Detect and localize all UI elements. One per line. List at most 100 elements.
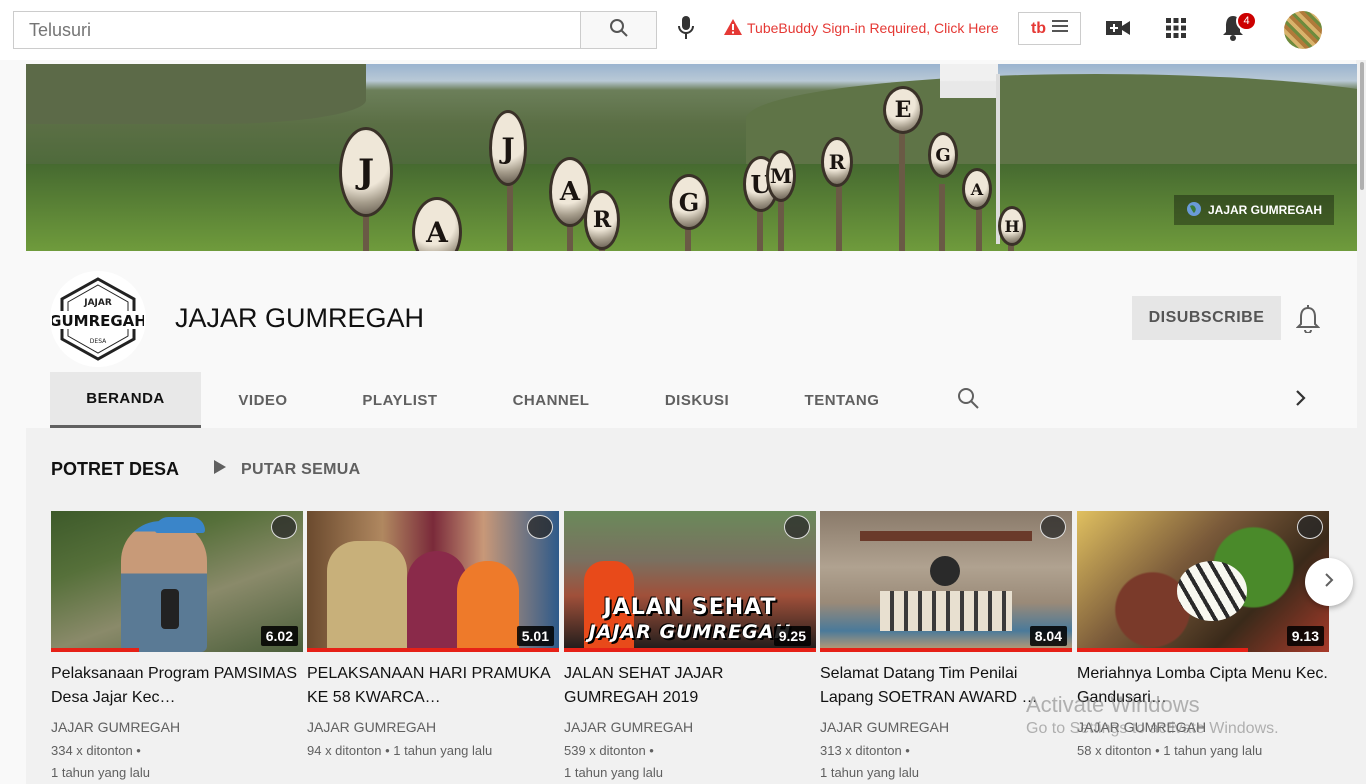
channel-watermark	[527, 515, 553, 539]
video-metadata: 94 x ditonton • 1 tahun yang lalu	[307, 743, 493, 758]
video-channel-name[interactable]: JAJAR GUMREGAH	[307, 718, 559, 736]
video-duration: 8.04	[1029, 626, 1067, 646]
play-all-button[interactable]: PUTAR SEMUA	[213, 459, 360, 480]
voice-search-button[interactable]	[672, 15, 700, 45]
windows-activation-watermark: Activate Windows Go to Settings to activ…	[1026, 692, 1279, 738]
notification-count-badge: 4	[1236, 11, 1257, 31]
video-channel-name[interactable]: JAJAR GUMREGAH	[51, 718, 303, 736]
channel-watermark	[1297, 515, 1323, 539]
channel-tabs: BERANDA VIDEO PLAYLIST CHANNEL DISKUSI T…	[50, 372, 917, 428]
video-views: 94 x ditonton	[307, 743, 382, 758]
video-card[interactable]: 8.04 Selamat Datang Tim Penilai Lapang S…	[820, 511, 1072, 784]
tab-diskusi[interactable]: DISKUSI	[627, 372, 767, 428]
banner-letter-sign: R	[584, 190, 620, 250]
apps-button[interactable]	[1162, 16, 1190, 44]
video-metadata: 58 x ditonton • 1 tahun yang lalu	[1077, 743, 1263, 758]
menu-icon	[1052, 19, 1069, 38]
bell-outline-icon	[1295, 305, 1321, 337]
video-title[interactable]: JALAN SEHAT JAJAR GUMREGAH 2019	[564, 662, 816, 710]
channel-watermark	[784, 515, 810, 539]
video-metadata: 313 x ditonton • 1 tahun yang lalu	[820, 743, 920, 780]
unsubscribe-button[interactable]: DISUBSCRIBE	[1132, 296, 1281, 340]
tab-tentang[interactable]: TENTANG	[767, 372, 917, 428]
video-views: 539 x ditonton	[564, 743, 646, 758]
tabs-scroll-right-button[interactable]	[1290, 388, 1312, 410]
video-duration: 6.02	[260, 626, 298, 646]
video-card[interactable]: JALAN SEHAT JAJAR GUMREGAH 9.25 JALAN SE…	[564, 511, 816, 784]
video-age: 1 tahun yang lalu	[51, 765, 151, 780]
chevron-right-icon	[1290, 390, 1310, 412]
activation-title: Activate Windows	[1026, 692, 1200, 717]
tab-video[interactable]: VIDEO	[201, 372, 325, 428]
channel-notification-bell-button[interactable]	[1295, 305, 1322, 334]
video-age: 1 tahun yang lalu	[820, 765, 920, 780]
top-bar: TubeBuddy Sign-in Required, Click Here t…	[0, 0, 1366, 60]
tab-playlist[interactable]: PLAYLIST	[325, 372, 475, 428]
banner-letter-sign: M	[766, 150, 796, 202]
channel-logo-main-text: GUMREGAH	[52, 312, 144, 330]
video-duration: 9.13	[1286, 626, 1324, 646]
video-metadata: 539 x ditonton • 1 tahun yang lalu	[564, 743, 664, 780]
search-icon	[609, 18, 629, 43]
video-age: 1 tahun yang lalu	[393, 743, 493, 758]
video-thumbnail[interactable]: 5.01	[307, 511, 559, 652]
video-card[interactable]: 5.01 PELAKSANAAN HARI PRAMUKA KE 58 KWAR…	[307, 511, 559, 762]
play-all-label: PUTAR SEMUA	[241, 460, 361, 478]
banner-letter-sign: G	[928, 132, 958, 178]
scrollbar-thumb[interactable]	[1360, 62, 1364, 190]
banner-letter-sign: J	[489, 110, 527, 186]
tubebuddy-menu-button[interactable]: tb	[1018, 12, 1081, 45]
search-icon	[956, 388, 980, 414]
video-thumbnail[interactable]: 6.02	[51, 511, 303, 652]
activation-subtitle: Go to Settings to activate Windows.	[1026, 720, 1279, 737]
video-metadata: 334 x ditonton • 1 tahun yang lalu	[51, 743, 151, 780]
create-video-button[interactable]	[1104, 16, 1132, 44]
apps-icon	[1166, 17, 1186, 43]
channel-name: JAJAR GUMREGAH	[175, 303, 425, 333]
chevron-right-icon	[1320, 571, 1338, 594]
channel-logo-emblem: JAJAR GUMREGAH DESA	[52, 277, 144, 361]
mic-icon	[677, 15, 695, 46]
account-avatar[interactable]	[1284, 11, 1322, 49]
banner-letter-sign: R	[821, 137, 853, 187]
channel-logo: JAJAR GUMREGAH DESA	[50, 271, 146, 367]
tubebuddy-signin-link[interactable]: TubeBuddy Sign-in Required, Click Here	[724, 18, 999, 38]
channel-banner: J A J A R G U M R E G A H JAJAR GUMREGAH	[26, 64, 1357, 251]
channel-watermark	[271, 515, 297, 539]
video-channel-name[interactable]: JAJAR GUMREGAH	[564, 718, 816, 736]
channel-logo-sub-text: DESA	[90, 338, 107, 345]
banner-channel-link-label: JAJAR GUMREGAH	[1208, 203, 1323, 217]
shelf-next-button[interactable]	[1305, 558, 1353, 606]
flag	[940, 64, 998, 98]
banner-letter-sign: H	[998, 206, 1026, 246]
create-video-icon	[1106, 19, 1130, 42]
video-thumbnail[interactable]: 8.04	[820, 511, 1072, 652]
video-views: 313 x ditonton	[820, 743, 902, 758]
video-card[interactable]: 6.02 Pelaksanaan Program PAMSIMAS Desa J…	[51, 511, 303, 784]
banner-letter-sign: A	[962, 168, 992, 210]
tubebuddy-warning-text: TubeBuddy Sign-in Required, Click Here	[747, 20, 999, 36]
video-thumbnail[interactable]: 9.13	[1077, 511, 1329, 652]
search-input[interactable]	[13, 11, 580, 49]
video-duration: 9.25	[773, 626, 811, 646]
tab-beranda[interactable]: BERANDA	[50, 372, 201, 428]
banner-letter-sign: G	[669, 174, 709, 230]
watch-progress-bar	[820, 648, 1072, 652]
watch-progress-bar	[1077, 648, 1249, 652]
section-title[interactable]: POTRET DESA	[51, 459, 179, 480]
thumbnail-overlay-text: JALAN SEHAT	[603, 595, 777, 620]
channel-logo-top-text: JAJAR	[83, 298, 112, 308]
tab-channel[interactable]: CHANNEL	[475, 372, 627, 428]
video-title[interactable]: PELAKSANAAN HARI PRAMUKA KE 58 KWARCA…	[307, 662, 559, 710]
search-button[interactable]	[580, 11, 657, 49]
channel-watermark	[1040, 515, 1066, 539]
watch-progress-bar	[51, 648, 140, 652]
channel-search-button[interactable]	[956, 386, 982, 412]
banner-channel-link[interactable]: JAJAR GUMREGAH	[1174, 195, 1335, 225]
video-views: 58 x ditonton	[1077, 743, 1152, 758]
video-title[interactable]: Pelaksanaan Program PAMSIMAS Desa Jajar …	[51, 662, 303, 710]
play-icon	[213, 459, 227, 480]
video-views: 334 x ditonton	[51, 743, 133, 758]
video-thumbnail[interactable]: JALAN SEHAT JAJAR GUMREGAH 9.25	[564, 511, 816, 652]
banner-letter-sign: J	[339, 127, 393, 217]
